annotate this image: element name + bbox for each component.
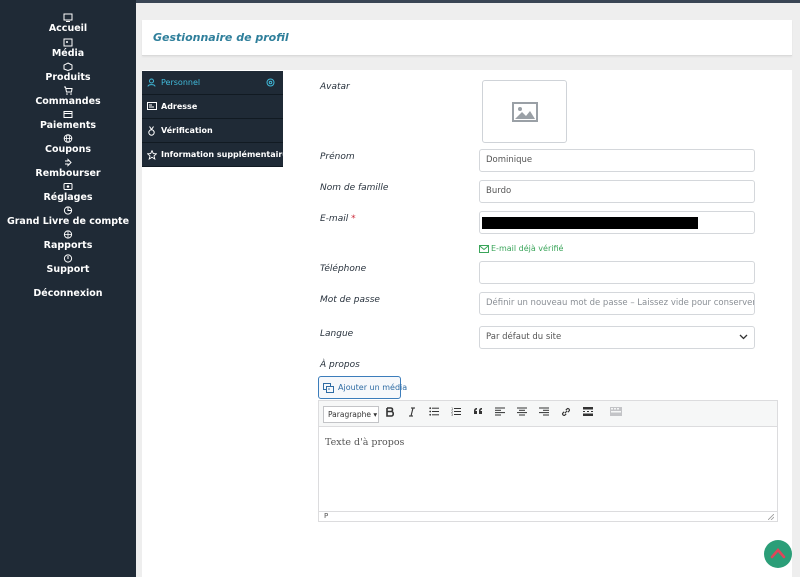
about-editor: Paragraphe ▾ 123 Texte d'à propos P bbox=[318, 400, 778, 522]
align-center-icon bbox=[517, 407, 527, 416]
profile-card: Personnel Adresse Vérification Informati… bbox=[142, 70, 792, 577]
home-icon bbox=[0, 13, 136, 23]
page-title: Gestionnaire de profil bbox=[153, 31, 289, 44]
medal-icon bbox=[147, 126, 156, 138]
language-select[interactable]: Par défaut du site bbox=[479, 326, 755, 349]
sidebar-item-deconnexion[interactable]: Déconnexion bbox=[0, 278, 136, 302]
align-left-icon bbox=[495, 407, 505, 416]
numbered-list-button[interactable]: 123 bbox=[448, 407, 464, 421]
password-input[interactable]: Définir un nouveau mot de passe – Laisse… bbox=[479, 292, 755, 315]
toolbar-toggle-icon bbox=[610, 407, 622, 416]
link-button[interactable] bbox=[558, 407, 574, 421]
chevron-up-icon bbox=[770, 548, 786, 559]
support-icon bbox=[0, 254, 136, 264]
tab-label-personnel: Personnel bbox=[161, 78, 201, 87]
main-area: Gestionnaire de profil Personnel Adresse… bbox=[136, 0, 800, 577]
password-label: Mot de passe bbox=[320, 295, 380, 305]
email-input[interactable] bbox=[479, 211, 755, 234]
tab-label-adresse: Adresse bbox=[161, 102, 198, 111]
language-label: Langue bbox=[320, 329, 354, 339]
read-more-button[interactable] bbox=[580, 407, 596, 421]
blockquote-icon bbox=[474, 408, 482, 414]
sidebar-item-commandes[interactable]: Commandes bbox=[0, 86, 136, 110]
sidebar-item-coupons[interactable]: Coupons bbox=[0, 134, 136, 158]
products-icon bbox=[0, 62, 136, 72]
element-path: P bbox=[324, 512, 329, 520]
phone-input[interactable] bbox=[479, 261, 755, 284]
sidebar-item-rapports[interactable]: Rapports bbox=[0, 230, 136, 254]
sidebar-item-rembourser[interactable]: Rembourser bbox=[0, 158, 136, 182]
tab-information-supplementaire[interactable]: Information supplémentaire bbox=[142, 143, 288, 167]
align-right-button[interactable] bbox=[536, 407, 552, 421]
email-label: E-mail * bbox=[320, 214, 356, 224]
blockquote-button[interactable] bbox=[470, 407, 486, 421]
sidebar-item-reglages[interactable]: Réglages bbox=[0, 182, 136, 206]
align-center-button[interactable] bbox=[514, 407, 530, 421]
media-icon bbox=[0, 38, 136, 48]
avatar-label: Avatar bbox=[320, 82, 350, 92]
sidebar-item-grand-livre[interactable]: Grand Livre de compte bbox=[0, 206, 136, 230]
refund-icon bbox=[0, 158, 136, 168]
reports-icon bbox=[0, 230, 136, 240]
bullet-list-icon bbox=[429, 407, 439, 416]
bullet-list-button[interactable] bbox=[426, 407, 442, 421]
ledger-icon bbox=[0, 206, 136, 216]
toolbar-toggle-button[interactable] bbox=[608, 407, 624, 421]
power-icon bbox=[0, 278, 136, 288]
address-card-icon bbox=[147, 102, 157, 112]
editor-toolbar: Paragraphe ▾ 123 bbox=[319, 401, 777, 427]
settings-icon bbox=[266, 78, 275, 89]
chevron-down-icon bbox=[739, 334, 748, 340]
add-media-icon bbox=[323, 383, 334, 393]
firstname-label: Prénom bbox=[320, 152, 355, 162]
email-redacted bbox=[482, 217, 698, 229]
email-verified-notice: E-mail déjà vérifié bbox=[479, 244, 563, 253]
sidebar: Accueil Média Produits Commandes Paiemen… bbox=[0, 0, 136, 577]
sidebar-item-produits[interactable]: Produits bbox=[0, 62, 136, 86]
phone-label: Téléphone bbox=[320, 264, 367, 274]
align-left-button[interactable] bbox=[492, 407, 508, 421]
envelope-check-icon bbox=[479, 245, 489, 253]
globe-icon bbox=[0, 134, 136, 144]
italic-icon bbox=[409, 407, 415, 417]
cart-icon bbox=[0, 86, 136, 96]
tab-personnel[interactable]: Personnel bbox=[142, 71, 283, 95]
format-select[interactable]: Paragraphe ▾ bbox=[323, 406, 379, 423]
italic-button[interactable] bbox=[404, 407, 420, 421]
link-icon bbox=[562, 408, 570, 416]
gear-icon bbox=[0, 182, 136, 192]
sidebar-item-accueil[interactable]: Accueil bbox=[0, 13, 136, 37]
about-textarea[interactable]: Texte d'à propos bbox=[325, 437, 404, 448]
tab-adresse[interactable]: Adresse bbox=[142, 95, 283, 119]
sidebar-item-media[interactable]: Média bbox=[0, 38, 136, 62]
add-media-button[interactable]: Ajouter un média bbox=[318, 376, 407, 399]
resize-grip-icon[interactable] bbox=[768, 514, 774, 520]
tab-label-verification: Vérification bbox=[161, 126, 213, 135]
numbered-list-icon: 123 bbox=[451, 407, 461, 416]
required-mark: * bbox=[351, 214, 356, 224]
lastname-input[interactable]: Burdo bbox=[479, 180, 755, 203]
credit-card-icon bbox=[0, 110, 136, 120]
align-right-icon bbox=[539, 407, 549, 416]
image-placeholder-icon bbox=[512, 102, 538, 122]
svg-text:3: 3 bbox=[451, 413, 453, 416]
star-icon bbox=[146, 149, 158, 162]
tab-label-information: Information supplémentaire bbox=[161, 150, 288, 159]
editor-statusbar: P bbox=[319, 511, 777, 521]
page-header: Gestionnaire de profil bbox=[142, 20, 792, 56]
sidebar-item-support[interactable]: Support bbox=[0, 254, 136, 278]
top-bar bbox=[136, 0, 800, 3]
tab-verification[interactable]: Vérification bbox=[142, 119, 283, 143]
read-more-icon bbox=[583, 407, 593, 416]
lastname-label: Nom de famille bbox=[320, 183, 389, 193]
bold-icon bbox=[386, 407, 394, 417]
sidebar-item-paiements[interactable]: Paiements bbox=[0, 110, 136, 134]
avatar-upload[interactable] bbox=[482, 80, 567, 143]
firstname-input[interactable]: Dominique bbox=[479, 149, 755, 172]
bold-button[interactable] bbox=[382, 407, 398, 421]
about-label: À propos bbox=[320, 360, 360, 370]
user-icon bbox=[147, 78, 156, 89]
scroll-to-top-button[interactable] bbox=[764, 540, 792, 568]
